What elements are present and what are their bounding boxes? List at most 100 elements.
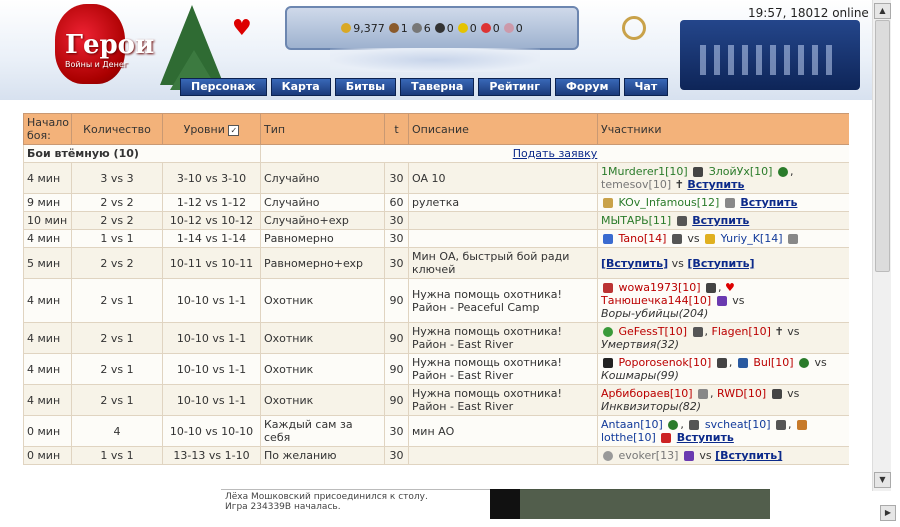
player-link[interactable]: Арбиборaев[10]: [601, 387, 693, 400]
resource-gems-value: 0: [515, 21, 523, 35]
table-row: 10 мин 2 vs 2 10-12 vs 10-12 Случайно+ex…: [23, 211, 849, 230]
clan-icon: [689, 420, 700, 430]
guild-label: Воры-убийцы(204): [601, 307, 709, 320]
leaf-icon: [668, 420, 679, 430]
cell-participants: wowa1973[10] , ♥ Танюшечка144[10] vs Вор…: [597, 278, 849, 323]
player-link[interactable]: Antaan[10]: [601, 418, 663, 431]
scroll-down-icon[interactable]: ▼: [874, 472, 891, 488]
resource-gold-value: 9,377: [353, 21, 385, 35]
player-link[interactable]: Bul[10]: [753, 356, 793, 369]
header-participants: Участники: [597, 113, 849, 145]
levels-checkbox[interactable]: ✓: [228, 124, 240, 136]
nav-forum[interactable]: Форум: [555, 78, 620, 96]
player-link[interactable]: Flagen[10]: [712, 325, 771, 338]
resources-panel: 9,377 1 6 0 0 0 0: [285, 6, 579, 50]
cell-participants: Арбиборaев[10] , RWD[10] vs Инквизиторы(…: [597, 384, 849, 416]
cell-desc: Нужна помощь охотника! Район - Peaceful …: [408, 278, 598, 323]
cell-participants: evoker[13] vs [Вступить]: [597, 446, 849, 465]
chat-overlay-dark-panel: [490, 489, 770, 519]
join-button[interactable]: [Вступить]: [687, 257, 754, 270]
vs-label: vs: [671, 256, 684, 270]
cell-desc: OA 10: [408, 162, 598, 194]
cell-type: Каждый сам за себя: [260, 415, 385, 447]
vs-label: vs: [699, 449, 712, 462]
page-scrollbar[interactable]: ▲ ▼: [872, 0, 891, 491]
main-nav: Персонаж Карта Битвы Таверна Рейтинг Фор…: [180, 78, 669, 96]
cross-icon: ✝: [774, 325, 784, 338]
ring-icon[interactable]: [622, 16, 646, 40]
nav-chat[interactable]: Чат: [623, 78, 669, 96]
join-button[interactable]: Вступить: [740, 196, 797, 209]
player-link[interactable]: KOv_Infamous[12]: [619, 196, 720, 209]
player-link[interactable]: lotthe[10]: [601, 431, 656, 444]
nav-character[interactable]: Персонаж: [180, 78, 267, 96]
cell-levels: 1-12 vs 1-12: [162, 193, 261, 212]
cell-t: 30: [384, 446, 409, 465]
cell-start: 4 мин: [23, 322, 72, 354]
clan-icon: [737, 358, 748, 368]
cell-desc: мин АО: [408, 415, 598, 447]
nav-battles[interactable]: Битвы: [334, 78, 397, 96]
header-desc: Описание: [408, 113, 598, 145]
cell-count: 2 vs 1: [71, 353, 163, 385]
table-row: 0 мин 1 vs 1 13-13 vs 1-10 По желанию 30…: [23, 446, 849, 465]
cell-count: 2 vs 1: [71, 322, 163, 354]
nav-map[interactable]: Карта: [270, 78, 331, 96]
cell-type: Случайно: [260, 193, 385, 212]
class-icon: [776, 420, 787, 430]
join-button[interactable]: [Вступить]: [715, 449, 782, 462]
scroll-up-icon[interactable]: ▲: [874, 3, 891, 19]
submit-application-link[interactable]: Подать заявку: [260, 144, 849, 163]
cell-desc: рулетка: [408, 193, 598, 212]
cell-start: 4 мин: [23, 162, 72, 194]
player-link[interactable]: evoker[13]: [619, 449, 679, 462]
swirl-icon: [603, 451, 613, 461]
vs-label: vs: [787, 325, 800, 338]
gems-icon: [503, 23, 514, 33]
cell-levels: 13-13 vs 1-10: [162, 446, 261, 465]
player-link[interactable]: svcheat[10]: [705, 418, 771, 431]
clock-online: 19:57, 18012 online: [748, 6, 869, 20]
scroll-thumb[interactable]: [875, 20, 890, 272]
player-link[interactable]: Yuriy_K[14]: [721, 232, 783, 245]
header-count: Количество: [71, 113, 163, 145]
cell-desc: Мин ОА, быстрый бой ради ключей: [408, 247, 598, 279]
cell-desc: [408, 446, 598, 465]
vs-label: vs: [732, 294, 745, 307]
cell-levels: 1-14 vs 1-14: [162, 229, 261, 248]
sulfur-icon: [457, 23, 468, 33]
cross-icon: ✝: [674, 178, 684, 191]
cell-participants: 1Murderer1[10] ЗлойУх[10] , temesov[10] …: [597, 162, 849, 194]
player-link[interactable]: Танюшечка144[10]: [601, 294, 711, 307]
player-link[interactable]: МЫТАРЬ[11]: [601, 214, 671, 227]
join-button[interactable]: Вступить: [677, 431, 734, 444]
player-link[interactable]: Tano[14]: [619, 232, 667, 245]
vs-label: vs: [787, 387, 800, 400]
cell-type: Охотник: [260, 278, 385, 323]
resize-corner-icon[interactable]: ▶: [880, 505, 896, 521]
class-icon: [692, 327, 703, 337]
nav-rating[interactable]: Рейтинг: [478, 78, 551, 96]
cell-participants: [Вступить] vs [Вступить]: [597, 247, 849, 279]
cell-type: Случайно: [260, 162, 385, 194]
join-button[interactable]: [Вступить]: [601, 257, 668, 270]
helmet-icon: [716, 358, 727, 368]
player-link[interactable]: temesov[10]: [601, 178, 671, 191]
header-t: t: [384, 113, 409, 145]
player-link[interactable]: RWD[10]: [717, 387, 766, 400]
nav-tavern[interactable]: Таверна: [400, 78, 475, 96]
chat-overlay-handle[interactable]: [490, 489, 520, 519]
player-link[interactable]: 1Murderer1[10]: [601, 165, 688, 178]
player-link[interactable]: ЗлойУх[10]: [709, 165, 773, 178]
wizard-hat-icon: [683, 451, 694, 461]
resource-sulfur-value: 0: [469, 21, 477, 35]
join-button[interactable]: Вступить: [687, 178, 744, 191]
cell-participants: GeFessT[10] , Flagen[10] ✝ vs Умертвия(3…: [597, 322, 849, 354]
class-icon: [693, 167, 704, 177]
join-button[interactable]: Вступить: [692, 214, 749, 227]
player-link[interactable]: Poporosenok[10]: [619, 356, 712, 369]
heart-icon[interactable]: ♥: [232, 16, 252, 41]
player-link[interactable]: GeFessT[10]: [619, 325, 688, 338]
player-link[interactable]: wowa1973[10]: [619, 281, 701, 294]
cell-levels: 10-11 vs 10-11: [162, 247, 261, 279]
